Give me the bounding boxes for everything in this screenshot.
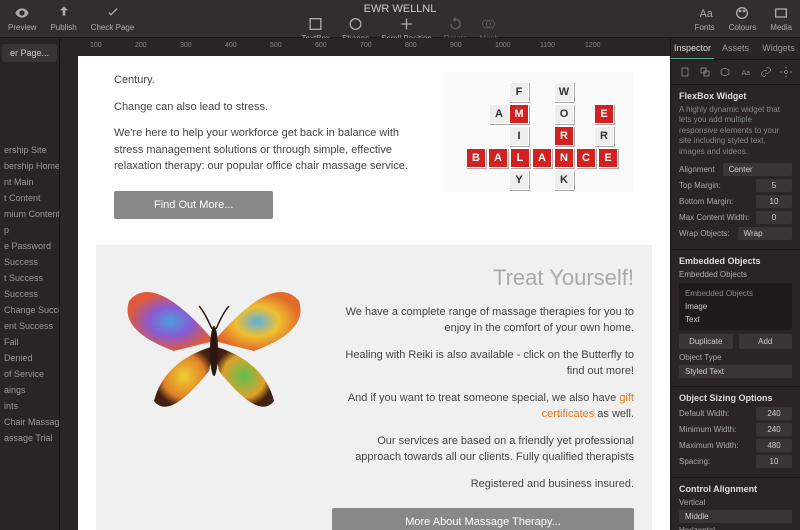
svg-text:Aa: Aa xyxy=(741,70,750,77)
body-text: Century. xyxy=(114,72,426,89)
page-item[interactable]: ership Site xyxy=(0,142,59,158)
min-width-label: Minimum Width: xyxy=(679,425,736,434)
page-item[interactable]: e Password xyxy=(0,238,59,254)
page-item[interactable]: Success xyxy=(0,254,59,270)
body-text: Registered and business insured. xyxy=(332,476,634,493)
widget-description: A highly dynamic widget that lets you ad… xyxy=(679,105,792,157)
embedded-object-text[interactable]: Text xyxy=(683,313,788,326)
tab-widgets[interactable]: Widgets xyxy=(757,38,800,59)
embedded-sub: Embedded Objects xyxy=(679,270,747,279)
balance-image: FW AMOE IRR BALANCE YK xyxy=(444,72,634,192)
spacing-label: Spacing: xyxy=(679,457,710,466)
duplicate-button[interactable]: Duplicate xyxy=(679,334,733,349)
page-item[interactable]: assage Trial xyxy=(0,430,59,446)
svg-text:Aa: Aa xyxy=(699,8,712,20)
box-icon[interactable] xyxy=(719,66,731,78)
copy-icon[interactable] xyxy=(699,66,711,78)
link-icon[interactable] xyxy=(760,66,772,78)
horizontal-label: Horizontal xyxy=(679,526,715,530)
sizing-title: Object Sizing Options xyxy=(679,393,792,403)
body-text: Healing with Reiki is also available - c… xyxy=(332,347,634,380)
window-title: EWR WELLNL xyxy=(364,3,437,15)
page-item[interactable]: aings xyxy=(0,382,59,398)
tab-assets[interactable]: Assets xyxy=(714,38,757,59)
spacing-input[interactable]: 10 xyxy=(756,455,792,468)
embedded-object-image[interactable]: Image xyxy=(683,300,788,313)
embedded-header: Embedded Objects xyxy=(683,287,788,300)
default-width-input[interactable]: 240 xyxy=(756,407,792,420)
page-item[interactable]: t Content xyxy=(0,190,59,206)
body-text: We have a complete range of massage ther… xyxy=(332,304,634,337)
page-item[interactable]: mium Content xyxy=(0,206,59,222)
page-item[interactable]: Change Success xyxy=(0,302,59,318)
page-item[interactable]: nt Main xyxy=(0,174,59,190)
tab-inspector[interactable]: Inspector xyxy=(671,38,714,59)
fonts-button[interactable]: AaFonts xyxy=(695,5,715,32)
section-heading: Treat Yourself! xyxy=(332,261,634,294)
vertical-label: Vertical xyxy=(679,498,705,507)
widget-title: FlexBox Widget xyxy=(679,91,792,101)
ruler-vertical xyxy=(60,56,78,530)
top-margin-label: Top Margin: xyxy=(679,181,721,190)
page-canvas[interactable]: Century. Change can also lead to stress.… xyxy=(78,56,670,530)
alignment-select[interactable]: Center xyxy=(723,163,792,176)
bottom-margin-input[interactable]: 10 xyxy=(756,195,792,208)
page-item[interactable]: Denied xyxy=(0,350,59,366)
page-item[interactable]: t Success xyxy=(0,270,59,286)
max-width-label: Max Content Width: xyxy=(679,213,749,222)
wrap-label: Wrap Objects: xyxy=(679,229,730,238)
more-massage-button[interactable]: More About Massage Therapy... xyxy=(332,508,634,530)
wrap-select[interactable]: Wrap xyxy=(738,227,792,240)
page-icon[interactable] xyxy=(679,66,691,78)
max-width-input[interactable]: 0 xyxy=(756,211,792,224)
toolbar: Preview Publish Check Page EWR WELLNL Te… xyxy=(0,0,800,38)
bottom-margin-label: Bottom Margin: xyxy=(679,197,733,206)
publish-button[interactable]: Publish xyxy=(50,5,76,32)
inspector-panel: Inspector Assets Widgets Aa FlexBox Widg… xyxy=(670,38,800,530)
settings-icon[interactable] xyxy=(780,66,792,78)
text-icon[interactable]: Aa xyxy=(740,66,752,78)
alignment-label: Alignment xyxy=(679,165,715,174)
object-type-select[interactable]: Styled Text xyxy=(679,365,792,378)
body-text: And if you want to treat someone special… xyxy=(332,390,634,423)
max-width-input[interactable]: 480 xyxy=(756,439,792,452)
section-treat-yourself: Treat Yourself! We have a complete range… xyxy=(96,245,652,530)
preview-button[interactable]: Preview xyxy=(8,5,36,32)
add-button[interactable]: Add xyxy=(739,334,793,349)
body-text: Change can also lead to stress. xyxy=(114,99,426,116)
ruler-horizontal: 100200300400500600700800900100011001200 xyxy=(60,38,670,56)
butterfly-image[interactable] xyxy=(114,261,314,431)
vertical-select[interactable]: Middle xyxy=(679,510,792,523)
body-text: Our services are based on a friendly yet… xyxy=(332,433,634,466)
page-item[interactable]: Fail xyxy=(0,334,59,350)
canvas-area: 100200300400500600700800900100011001200 … xyxy=(60,38,670,530)
object-type-label: Object Type xyxy=(679,353,722,362)
embedded-title: Embedded Objects xyxy=(679,256,792,266)
section-workforce: Century. Change can also lead to stress.… xyxy=(96,56,652,235)
find-out-more-button[interactable]: Find Out More... xyxy=(114,191,273,219)
new-page-button[interactable]: er Page... xyxy=(2,44,57,62)
top-margin-input[interactable]: 5 xyxy=(756,179,792,192)
control-alignment-title: Control Alignment xyxy=(679,484,792,494)
min-width-input[interactable]: 240 xyxy=(756,423,792,436)
max-width-label: Maximum Width: xyxy=(679,441,739,450)
check-page-button[interactable]: Check Page xyxy=(91,5,135,32)
pages-sidebar: er Page... ership Site bership Home nt M… xyxy=(0,38,60,530)
page-item[interactable]: of Service xyxy=(0,366,59,382)
page-item[interactable]: bership Home xyxy=(0,158,59,174)
media-button[interactable]: Media xyxy=(770,5,792,32)
page-item[interactable]: ints xyxy=(0,398,59,414)
page-item[interactable]: Chair Massage xyxy=(0,414,59,430)
body-text: We're here to help your workforce get ba… xyxy=(114,125,426,175)
page-item[interactable]: p xyxy=(0,222,59,238)
page-list: ership Site bership Home nt Main t Conte… xyxy=(0,142,59,446)
page-item[interactable]: ent Success xyxy=(0,318,59,334)
colours-button[interactable]: Colours xyxy=(729,5,757,32)
page-item[interactable]: Success xyxy=(0,286,59,302)
default-width-label: Default Width: xyxy=(679,409,729,418)
inspector-icon-row: Aa xyxy=(671,60,800,85)
